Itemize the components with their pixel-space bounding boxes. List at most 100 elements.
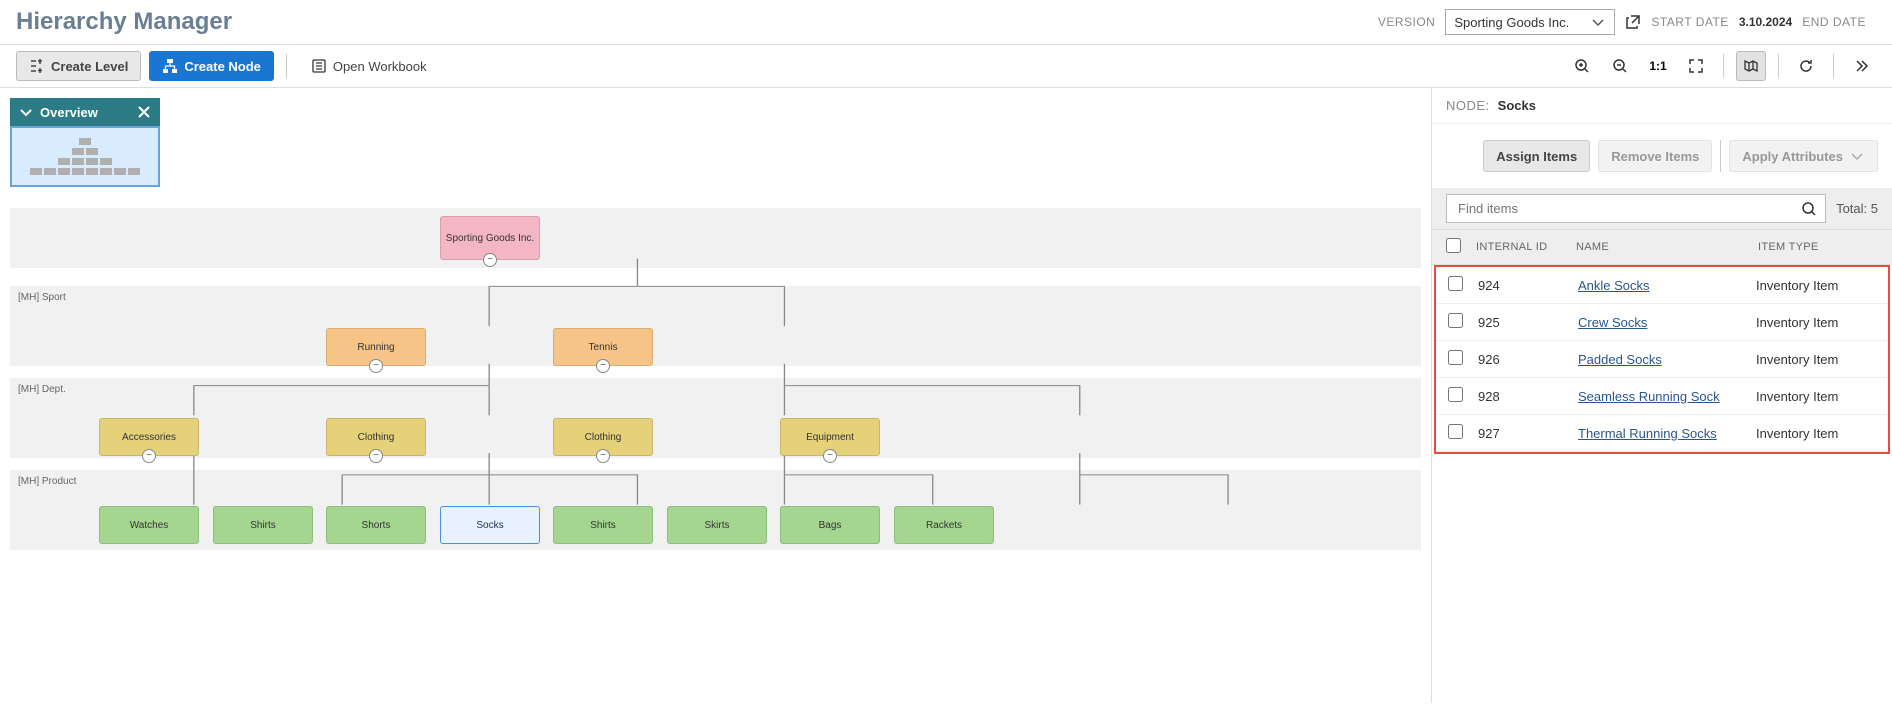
- level-label-sport: [MH] Sport: [18, 292, 66, 303]
- row-checkbox[interactable]: [1448, 276, 1463, 291]
- chevron-down-icon: [1590, 14, 1606, 30]
- node-shorts[interactable]: Shorts: [326, 506, 426, 544]
- row-checkbox[interactable]: [1448, 350, 1463, 365]
- version-value: Sporting Goods Inc.: [1454, 15, 1569, 30]
- cell-name: Padded Socks: [1578, 352, 1756, 367]
- cell-type: Inventory Item: [1756, 426, 1876, 441]
- hierarchy-canvas[interactable]: [MH] Sport [MH] Dept. [MH] Product: [0, 88, 1432, 703]
- zoom-in-icon: [1574, 58, 1590, 74]
- collapse-toggle[interactable]: −: [142, 449, 156, 463]
- create-level-button[interactable]: Create Level: [16, 51, 141, 81]
- node-watches[interactable]: Watches: [99, 506, 199, 544]
- more-button[interactable]: [1846, 51, 1876, 81]
- remove-items-button[interactable]: Remove Items: [1598, 140, 1712, 172]
- node-root[interactable]: Sporting Goods Inc. −: [440, 216, 540, 260]
- row-checkbox[interactable]: [1448, 424, 1463, 439]
- divider: [1833, 54, 1834, 78]
- node-accessories[interactable]: Accessories −: [99, 418, 199, 456]
- node-equipment[interactable]: Equipment −: [780, 418, 880, 456]
- item-link[interactable]: Ankle Socks: [1578, 278, 1650, 293]
- create-node-button[interactable]: Create Node: [149, 51, 274, 81]
- search-icon[interactable]: [1801, 201, 1817, 217]
- row-checkbox[interactable]: [1448, 387, 1463, 402]
- external-link-icon[interactable]: [1625, 14, 1641, 30]
- col-name-header[interactable]: NAME: [1576, 241, 1758, 253]
- cell-type: Inventory Item: [1756, 389, 1876, 404]
- node-clothing-1[interactable]: Clothing −: [326, 418, 426, 456]
- cell-id: 925: [1478, 315, 1578, 330]
- start-date-value: 3.10.2024: [1739, 15, 1792, 29]
- start-date-label: START DATE: [1651, 15, 1728, 29]
- divider: [286, 54, 287, 78]
- apply-attributes-button[interactable]: Apply Attributes: [1729, 140, 1878, 172]
- overview-panel[interactable]: Overview: [10, 98, 160, 187]
- collapse-toggle[interactable]: −: [369, 359, 383, 373]
- cell-name: Crew Socks: [1578, 315, 1756, 330]
- node-skirts[interactable]: Skirts: [667, 506, 767, 544]
- refresh-button[interactable]: [1791, 51, 1821, 81]
- chevron-down-icon[interactable]: [18, 104, 34, 120]
- cell-name: Ankle Socks: [1578, 278, 1756, 293]
- search-input-wrapper[interactable]: [1446, 194, 1826, 223]
- end-date-label: END DATE: [1802, 15, 1866, 29]
- table-row: 925Crew SocksInventory Item: [1436, 304, 1888, 341]
- collapse-toggle[interactable]: −: [369, 449, 383, 463]
- collapse-toggle[interactable]: −: [596, 359, 610, 373]
- item-link[interactable]: Thermal Running Socks: [1578, 426, 1717, 441]
- node-label: NODE:: [1446, 98, 1490, 113]
- table-row: 928Seamless Running Sock Inventory Item: [1436, 378, 1888, 415]
- node-shirts-1[interactable]: Shirts: [213, 506, 313, 544]
- minimap-toggle-button[interactable]: [1736, 51, 1766, 81]
- node-rackets[interactable]: Rackets: [894, 506, 994, 544]
- level-label-dept: [MH] Dept.: [18, 384, 66, 395]
- fullscreen-button[interactable]: [1681, 51, 1711, 81]
- fullscreen-icon: [1688, 58, 1704, 74]
- version-dropdown[interactable]: Sporting Goods Inc.: [1445, 9, 1615, 35]
- close-icon[interactable]: [136, 104, 152, 120]
- overview-title: Overview: [40, 105, 98, 120]
- cell-id: 927: [1478, 426, 1578, 441]
- cell-name: Thermal Running Socks: [1578, 426, 1756, 441]
- cell-id: 928: [1478, 389, 1578, 404]
- node-tennis[interactable]: Tennis −: [553, 328, 653, 366]
- zoom-out-icon: [1612, 58, 1628, 74]
- refresh-icon: [1798, 58, 1814, 74]
- node-socks[interactable]: Socks: [440, 506, 540, 544]
- col-type-header[interactable]: ITEM TYPE: [1758, 241, 1878, 253]
- collapse-toggle[interactable]: −: [823, 449, 837, 463]
- collapse-toggle[interactable]: −: [483, 253, 497, 267]
- zoom-in-button[interactable]: [1567, 51, 1597, 81]
- node-bags[interactable]: Bags: [780, 506, 880, 544]
- item-link[interactable]: Seamless Running Sock: [1578, 389, 1720, 404]
- node-running[interactable]: Running −: [326, 328, 426, 366]
- level-band-root: [10, 208, 1421, 268]
- zoom-out-button[interactable]: [1605, 51, 1635, 81]
- node-clothing-2[interactable]: Clothing −: [553, 418, 653, 456]
- level-band-sport: [MH] Sport: [10, 286, 1421, 366]
- map-icon: [1743, 58, 1759, 74]
- total-count: Total: 5: [1836, 201, 1878, 216]
- level-label-product: [MH] Product: [18, 476, 76, 487]
- overview-minimap[interactable]: [10, 126, 160, 187]
- col-id-header[interactable]: INTERNAL ID: [1476, 241, 1576, 253]
- node-shirts-2[interactable]: Shirts: [553, 506, 653, 544]
- cell-id: 926: [1478, 352, 1578, 367]
- row-checkbox[interactable]: [1448, 313, 1463, 328]
- level-icon: [29, 58, 45, 74]
- level-band-dept: [MH] Dept.: [10, 378, 1421, 458]
- search-input[interactable]: [1455, 198, 1801, 219]
- version-label: VERSION: [1378, 15, 1436, 29]
- divider: [1778, 54, 1779, 78]
- node-icon: [162, 58, 178, 74]
- workbook-icon: [311, 58, 327, 74]
- cell-type: Inventory Item: [1756, 352, 1876, 367]
- collapse-toggle[interactable]: −: [596, 449, 610, 463]
- table-row: 924Ankle SocksInventory Item: [1436, 267, 1888, 304]
- table-row: 927Thermal Running Socks Inventory Item: [1436, 415, 1888, 452]
- item-link[interactable]: Crew Socks: [1578, 315, 1647, 330]
- item-link[interactable]: Padded Socks: [1578, 352, 1662, 367]
- zoom-reset-button[interactable]: 1:1: [1643, 51, 1673, 81]
- assign-items-button[interactable]: Assign Items: [1483, 140, 1590, 172]
- select-all-checkbox[interactable]: [1446, 238, 1461, 253]
- open-workbook-button[interactable]: Open Workbook: [299, 52, 439, 80]
